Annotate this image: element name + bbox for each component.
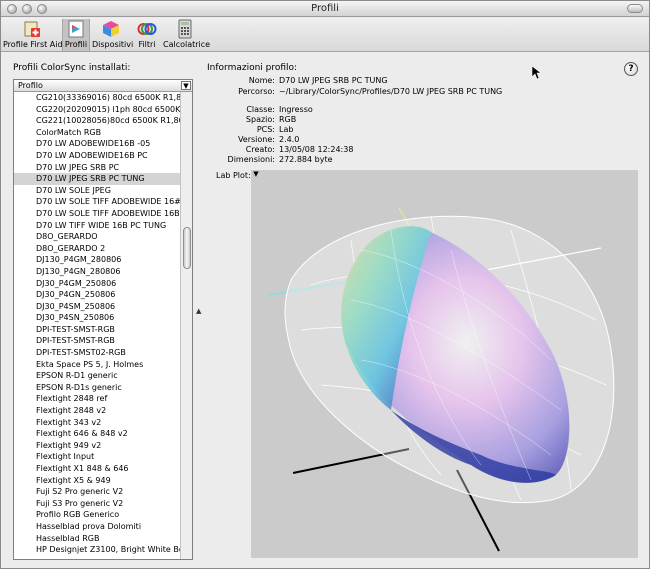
tool-label: Filtri	[138, 40, 156, 49]
profile-list-item[interactable]: DPI-TEST-SMST-RGB	[14, 324, 180, 336]
profile-list-item[interactable]: D70 LW JPEG SRB PC TUNG	[14, 173, 180, 185]
profile-list-item[interactable]: HP Designjet Z3100, Bright White Bon	[14, 544, 180, 556]
field-key: Spazio:	[245, 115, 275, 124]
profile-list-item[interactable]: Fuji S2 Pro generic V2	[14, 486, 180, 498]
field-value: 272.884 byte	[279, 155, 333, 164]
title-bar[interactable]: Profili	[1, 1, 649, 17]
profile-list-item[interactable]: ColorMatch RGB	[14, 127, 180, 139]
profile-list-item[interactable]: D70 LW SOLE TIFF ADOBEWIDE 16#0	[14, 196, 180, 208]
tool-devices[interactable]: Dispositivi	[92, 19, 134, 51]
field-value: Lab	[279, 125, 294, 134]
profile-list-item[interactable]: CG221(10028056)80cd 6500K R1,80_	[14, 115, 180, 127]
plot-options-dropdown[interactable]: ▼	[251, 170, 261, 179]
splitter-handle-icon[interactable]: ▲	[196, 307, 201, 315]
field-key: Dimensioni:	[227, 155, 275, 164]
tool-profile-first-aid[interactable]: Profile First Aid	[3, 19, 63, 51]
sort-arrow-icon[interactable]: ▼	[181, 81, 191, 90]
field-value: ~/Library/ColorSync/Profiles/D70 LW JPEG…	[279, 87, 503, 96]
installed-profiles-title: Profili ColorSync installati:	[13, 63, 131, 73]
tool-filters[interactable]: Filtri	[135, 19, 159, 51]
toolbar: Profile First Aid Profili Dispositivi Fi…	[1, 18, 649, 52]
lab-plot-label: Lab Plot:	[216, 171, 251, 180]
profile-list-item[interactable]: D70 LW TIFF WIDE 16B PC TUNG	[14, 220, 180, 232]
mouse-pointer-icon	[532, 66, 542, 80]
column-header-label: Profilo	[18, 81, 43, 90]
profile-list-item[interactable]: Fuji S3 Pro generic V2	[14, 498, 180, 510]
profile-list-item[interactable]: CG210(33369016) 80cd 6500K R1,80_	[14, 92, 180, 104]
profile-list-item[interactable]: Flextight 949 v2	[14, 440, 180, 452]
field-key: Nome:	[248, 76, 275, 85]
profile-list-item[interactable]: Flextight 2848 ref	[14, 393, 180, 405]
toolbar-toggle-button[interactable]	[627, 4, 643, 13]
profile-info-title: Informazioni profilo:	[207, 63, 298, 73]
devices-icon	[103, 21, 119, 37]
tool-label: Profili	[64, 40, 88, 49]
profile-list-item[interactable]: Hasselblad RGB	[14, 533, 180, 545]
tool-profiles[interactable]: Profili	[62, 19, 90, 51]
field-value: 2.4.0	[279, 135, 300, 144]
tool-label: Profile First Aid	[3, 40, 63, 49]
field-value: 13/05/08 12:24:38	[279, 145, 354, 154]
scrollbar-thumb[interactable]	[183, 227, 191, 269]
profile-list-item[interactable]: DJ130_P4GN_280806	[14, 266, 180, 278]
profile-list-item[interactable]: DJ30_P4GN_250806	[14, 289, 180, 301]
profile-list-item[interactable]: DJ30_P4SM_250806	[14, 301, 180, 313]
profile-list-item[interactable]: Flextight 343 v2	[14, 417, 180, 429]
profiles-list[interactable]: Profilo ▼ CG210(33369016) 80cd 6500K R1,…	[13, 79, 193, 560]
field-key: Creato:	[245, 145, 275, 154]
profile-list-item[interactable]: Hasselblad prova Dolomiti	[14, 521, 180, 533]
field-value: Ingresso	[279, 105, 313, 114]
profiles-rows: CG210(33369016) 80cd 6500K R1,80_ CG220(2…	[14, 92, 180, 556]
profile-list-item[interactable]: D70 LW ADOBEWIDE16B -05	[14, 138, 180, 150]
profile-list-item[interactable]: D70 LW ADOBEWIDE16B PC	[14, 150, 180, 162]
field-key: Classe:	[246, 105, 275, 114]
field-value: D70 LW JPEG SRB PC TUNG	[279, 76, 388, 85]
field-key: PCS:	[256, 125, 275, 134]
profile-list-item[interactable]: DJ30_P4SN_250806	[14, 312, 180, 324]
profile-list-item[interactable]: Flextight Input	[14, 451, 180, 463]
lab-gamut-plot[interactable]	[251, 170, 638, 558]
first-aid-icon	[24, 21, 40, 37]
profile-list-item[interactable]: CG220(20209015) l1ph 80cd 6500K F	[14, 104, 180, 116]
profile-list-item[interactable]: EPSON R-D1 generic	[14, 370, 180, 382]
profile-list-item[interactable]: D70 LW JPEG SRB PC	[14, 162, 180, 174]
profile-list-item[interactable]: DJ30_P4GM_250806	[14, 278, 180, 290]
profile-list-item[interactable]: Profilo RGB Generico	[14, 509, 180, 521]
profile-list-item[interactable]: EPSON R-D1s generic	[14, 382, 180, 394]
profile-list-item[interactable]: D8O_GERARDO 2	[14, 243, 180, 255]
help-button[interactable]: ?	[624, 62, 638, 76]
profile-list-item[interactable]: D70 LW SOLE TIFF ADOBEWIDE 16B	[14, 208, 180, 220]
profile-list-item[interactable]: DPI-TEST-SMST-RGB	[14, 335, 180, 347]
profile-list-item[interactable]: Flextight 2848 v2	[14, 405, 180, 417]
field-value: RGB	[279, 115, 297, 124]
lab-plot-area[interactable]: ▼	[251, 170, 638, 558]
field-key: Versione:	[237, 135, 275, 144]
profile-list-item[interactable]: Flextight X5 & 949	[14, 475, 180, 487]
field-key: Percorso:	[238, 87, 275, 96]
profile-list-item[interactable]: Flextight X1 848 & 646	[14, 463, 180, 475]
profiles-window: Profili Profile First Aid Profili Dispos…	[0, 0, 650, 569]
profile-list-item[interactable]: D70 LW SOLE JPEG	[14, 185, 180, 197]
tool-calculator[interactable]: Calcolatrice	[163, 19, 211, 51]
profile-list-item[interactable]: DPI-TEST-SMST02-RGB	[14, 347, 180, 359]
profiles-icon	[68, 20, 84, 38]
profile-list-item[interactable]: Ekta Space PS 5, J. Holmes	[14, 359, 180, 371]
profile-list-item[interactable]: D8O_GERARDO	[14, 231, 180, 243]
calculator-icon	[178, 19, 192, 39]
tool-label: Calcolatrice	[163, 40, 211, 49]
profile-list-item[interactable]: Flextight 646 & 848 v2	[14, 428, 180, 440]
vertical-scrollbar[interactable]	[180, 92, 192, 559]
tool-label: Dispositivi	[92, 40, 134, 49]
profile-list-item[interactable]: DJ130_P4GM_280806	[14, 254, 180, 266]
filters-icon	[137, 23, 157, 35]
window-title: Profili	[311, 3, 339, 14]
column-header-profile[interactable]: Profilo ▼	[14, 80, 192, 92]
